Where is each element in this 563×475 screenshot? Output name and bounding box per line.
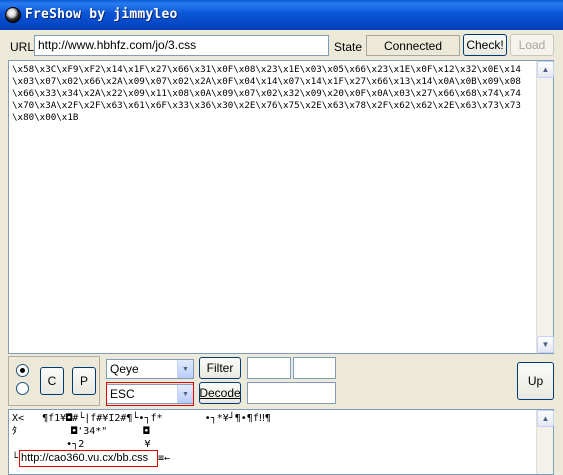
chevron-down-icon[interactable]: ▼ — [177, 360, 193, 378]
highlight-box-url — [19, 450, 158, 467]
decode-field[interactable] — [247, 382, 336, 404]
filter-field-1[interactable] — [247, 357, 291, 379]
radio-option-2[interactable] — [16, 382, 29, 395]
scroll-up-icon[interactable]: ▲ — [537, 61, 554, 78]
filter-select-value: Qeye — [110, 362, 139, 376]
output-scrollbar[interactable]: ▲ — [536, 410, 554, 474]
output-line-1: X< ¶f1¥◘#└|f#¥I2#¶└•┐f* •┐*¥┘¶•¶f‼¶ — [12, 413, 271, 424]
hex-textarea[interactable]: \x58\x3C\xF9\xF2\x14\x1F\x27\x66\x31\x0F… — [8, 60, 554, 354]
output-line-2: ﾀ ◘'34*" ◘ — [12, 426, 150, 437]
check-button[interactable]: Check! — [463, 34, 507, 56]
state-status: Connected — [366, 35, 460, 56]
filter-field-2[interactable] — [293, 357, 336, 379]
output-line-4-prefix: └ — [12, 453, 19, 464]
filter-select[interactable]: Qeye ▼ — [106, 359, 194, 379]
hex-scrollbar[interactable]: ▲ ▼ — [536, 61, 554, 353]
url-input[interactable]: http://www.hbhfz.com/jo/3.css — [34, 35, 329, 56]
p-button[interactable]: P — [72, 367, 96, 395]
output-line-4-suffix: ≡← — [158, 453, 171, 464]
title-bar: FreShow by jimmyleo — [0, 0, 563, 30]
window-title: FreShow by jimmyleo — [25, 7, 178, 22]
up-button[interactable]: Up — [517, 362, 554, 400]
scroll-down-icon[interactable]: ▼ — [537, 336, 554, 353]
highlight-box-decode-select — [106, 382, 194, 406]
app-icon — [5, 7, 21, 23]
filter-button[interactable]: Filter — [199, 357, 241, 379]
state-label: State — [334, 40, 363, 54]
radio-option-1[interactable] — [16, 364, 29, 377]
c-button[interactable]: C — [40, 367, 64, 395]
hex-content: \x58\x3C\xF9\xF2\x14\x1F\x27\x66\x31\x0F… — [12, 64, 521, 123]
url-label: URL — [10, 40, 35, 54]
decode-button[interactable]: Decode — [199, 382, 241, 404]
scroll-up-icon[interactable]: ▲ — [537, 410, 554, 427]
load-button[interactable]: Load — [510, 34, 554, 56]
